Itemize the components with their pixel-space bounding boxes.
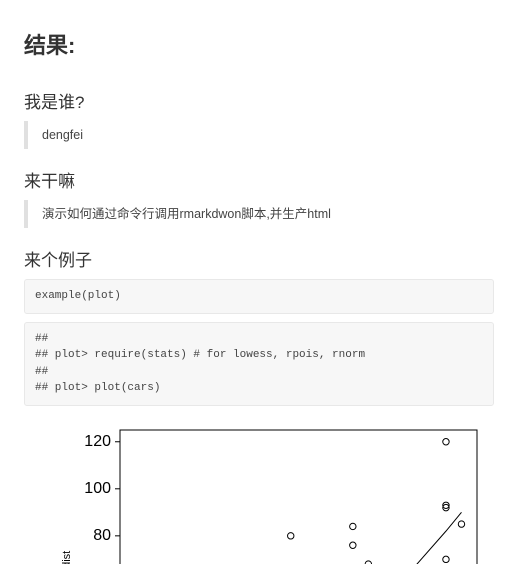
svg-text:100: 100 — [84, 479, 111, 496]
plot-svg: 80 100 120 dist — [42, 424, 482, 564]
blockquote-text: dengfei — [42, 125, 494, 145]
svg-text:dist: dist — [61, 550, 73, 563]
section-heading-why: 来干嘛 — [24, 167, 494, 192]
code-block-output: ## ## plot> require(stats) # for lowess,… — [24, 322, 494, 406]
code-block-input: example(plot) — [24, 279, 494, 314]
svg-text:80: 80 — [93, 526, 111, 543]
section-heading-example: 来个例子 — [24, 246, 494, 271]
blockquote-who: dengfei — [24, 121, 494, 149]
scatter-plot: 80 100 120 dist — [42, 424, 494, 564]
svg-text:120: 120 — [84, 432, 111, 449]
blockquote-text: 演示如何通过命令行调用rmarkdwon脚本,并生产html — [42, 204, 494, 224]
blockquote-why: 演示如何通过命令行调用rmarkdwon脚本,并生产html — [24, 200, 494, 228]
section-heading-who: 我是谁? — [24, 88, 494, 113]
document-body: 结果: 我是谁? dengfei 来干嘛 演示如何通过命令行调用rmarkdwo… — [0, 0, 518, 564]
page-title: 结果: — [24, 28, 494, 60]
